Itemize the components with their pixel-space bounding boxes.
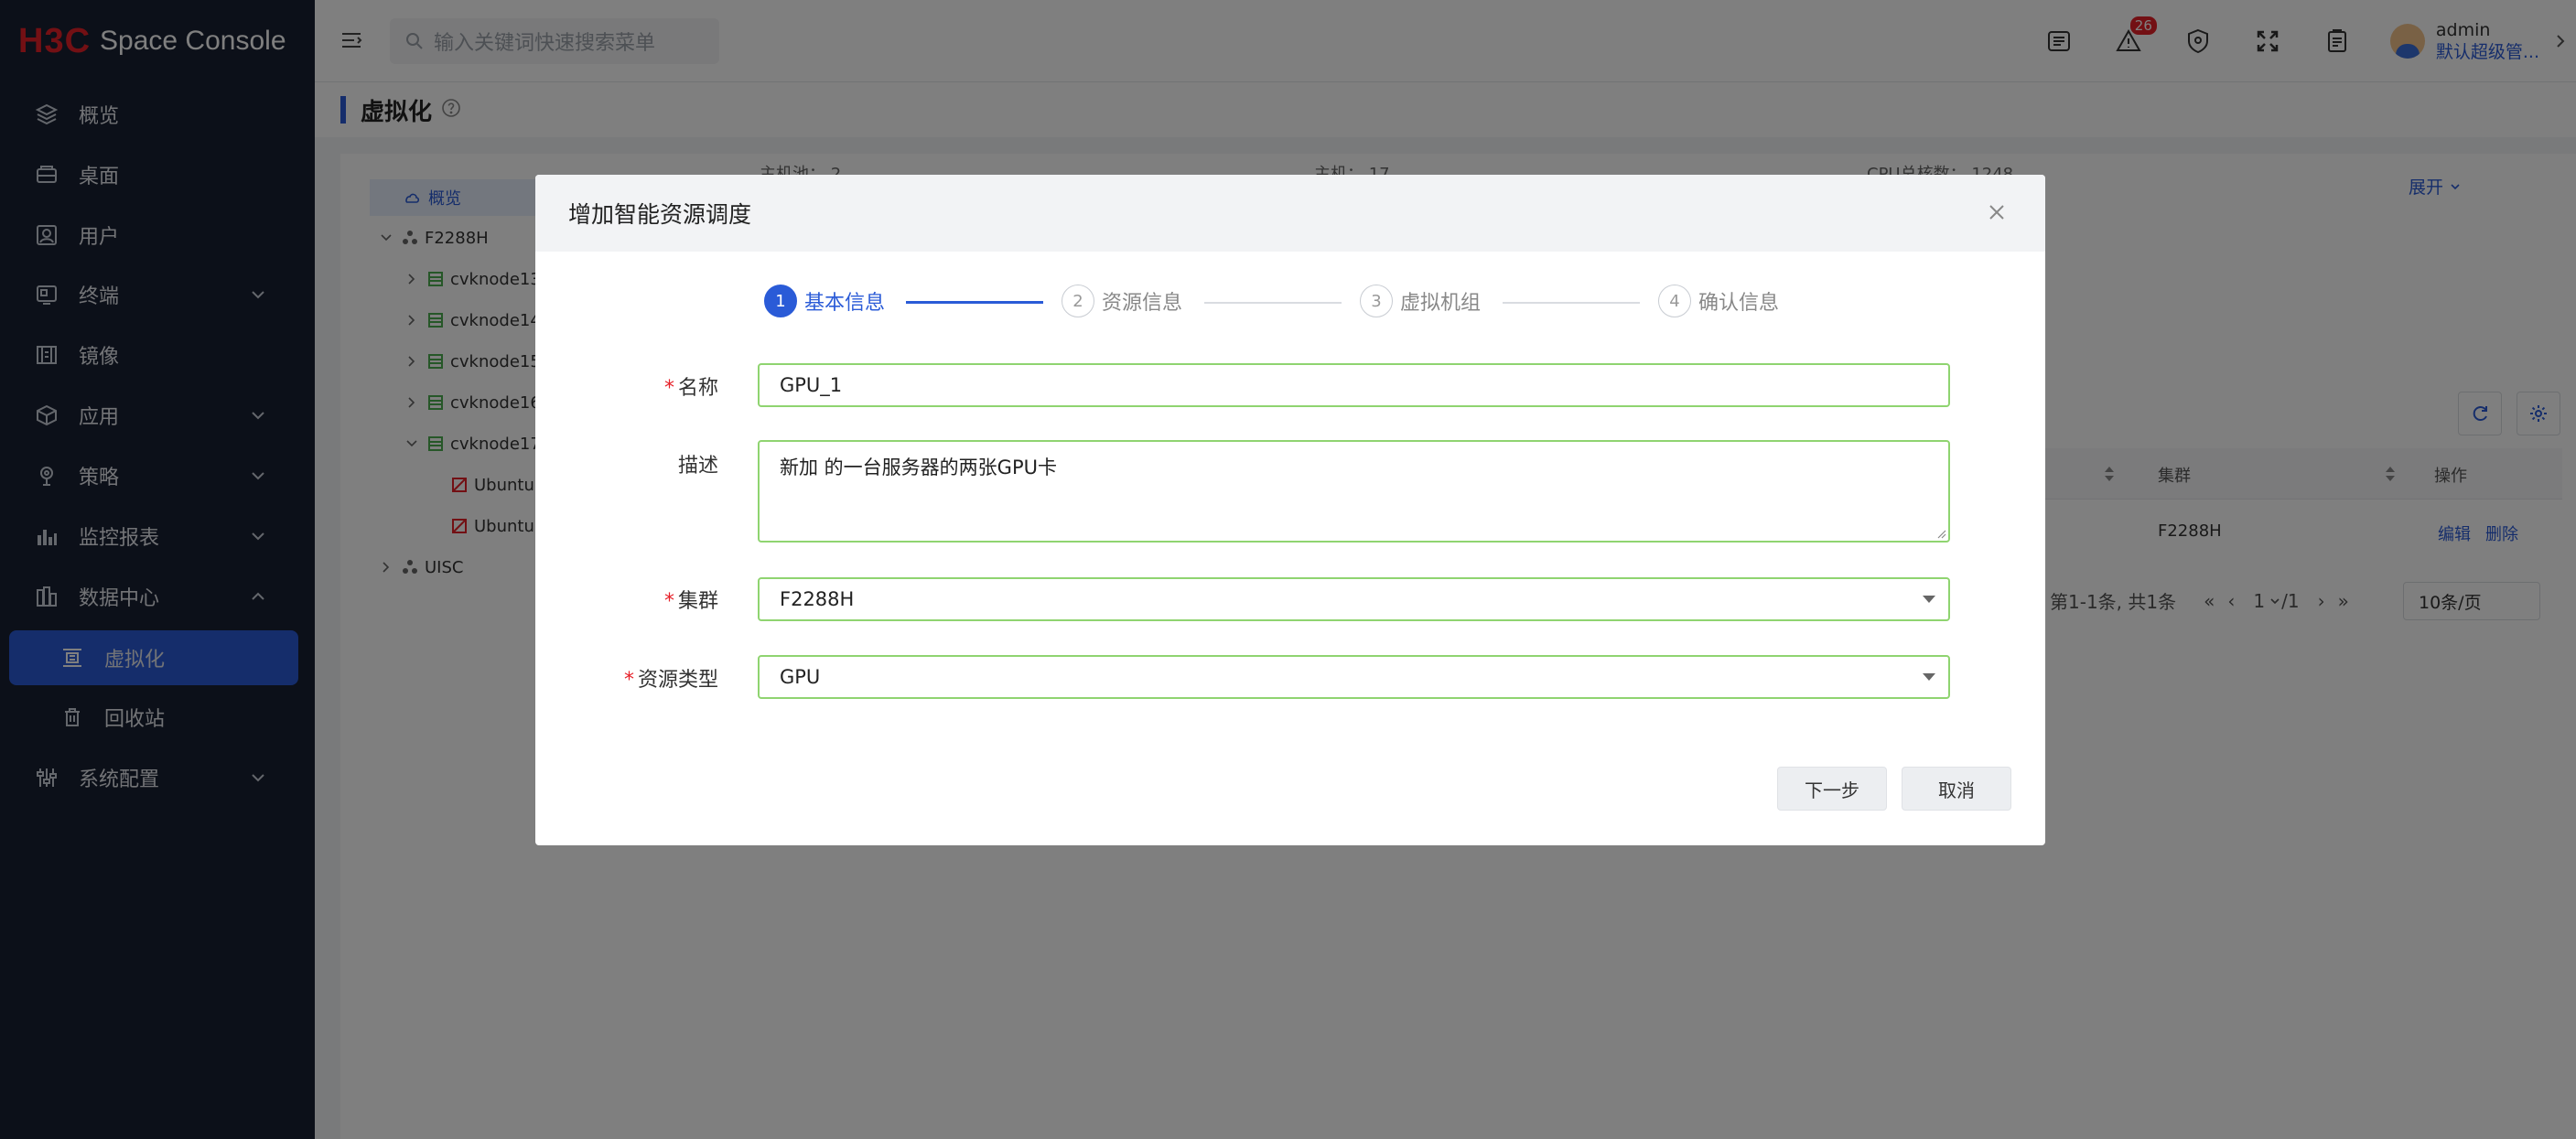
step-label: 基本信息 (804, 292, 886, 315)
name-label: * 名称 (535, 371, 718, 401)
step-label: 资源信息 (1102, 292, 1183, 315)
step-label: 虚拟机组 (1400, 292, 1482, 315)
step-connector (1503, 302, 1640, 304)
close-icon[interactable] (1985, 200, 2009, 228)
step-label: 确认信息 (1698, 292, 1780, 315)
description-value: 新加 的一台服务器的两张GPU卡 (780, 457, 1057, 478)
dropdown-arrow-icon (1923, 673, 1935, 681)
cluster-select[interactable]: F2288H (758, 577, 1950, 621)
dialog-title: 增加智能资源调度 (568, 201, 752, 228)
step-connector (1204, 302, 1342, 304)
step-resource-info: 2 资源信息 (1062, 285, 1182, 317)
required-mark: * (663, 590, 674, 613)
description-field[interactable]: 新加 的一台服务器的两张GPU卡 (758, 440, 1950, 543)
name-label-text: 名称 (677, 377, 718, 400)
cluster-label-text: 集群 (677, 590, 718, 613)
step-number: 3 (1360, 285, 1393, 317)
dropdown-arrow-icon (1923, 596, 1935, 603)
required-mark: * (623, 669, 634, 692)
name-field[interactable]: GPU_1 (758, 363, 1950, 407)
resource-type-select[interactable]: GPU (758, 655, 1950, 699)
step-number: 2 (1062, 285, 1094, 317)
step-number: 4 (1658, 285, 1691, 317)
resource-type-label-text: 资源类型 (637, 669, 718, 692)
next-button[interactable]: 下一步 (1777, 767, 1887, 811)
cluster-value: F2288H (780, 588, 855, 610)
resource-type-label: * 资源类型 (535, 663, 718, 693)
cluster-label: * 集群 (535, 585, 718, 614)
step-vm-group: 3 虚拟机组 (1360, 285, 1481, 317)
step-connector (906, 301, 1043, 304)
add-resource-schedule-dialog: 增加智能资源调度 1 基本信息 2 资源信息 3 虚拟机组 4 确认信息 * 名称… (535, 175, 2045, 845)
description-label-text: 描述 (677, 455, 718, 478)
name-value: GPU_1 (780, 374, 843, 396)
dialog-header: 增加智能资源调度 (535, 175, 2045, 252)
resize-handle-icon[interactable] (1935, 528, 1946, 539)
step-confirm-info: 4 确认信息 (1658, 285, 1779, 317)
wizard-steps: 1 基本信息 2 资源信息 3 虚拟机组 4 确认信息 (764, 285, 1862, 321)
resource-type-value: GPU (780, 666, 821, 688)
required-mark: * (663, 377, 674, 400)
step-number: 1 (764, 285, 797, 317)
description-label: 描述 (535, 449, 718, 478)
step-basic-info: 1 基本信息 (764, 285, 885, 317)
cancel-button[interactable]: 取消 (1902, 767, 2011, 811)
